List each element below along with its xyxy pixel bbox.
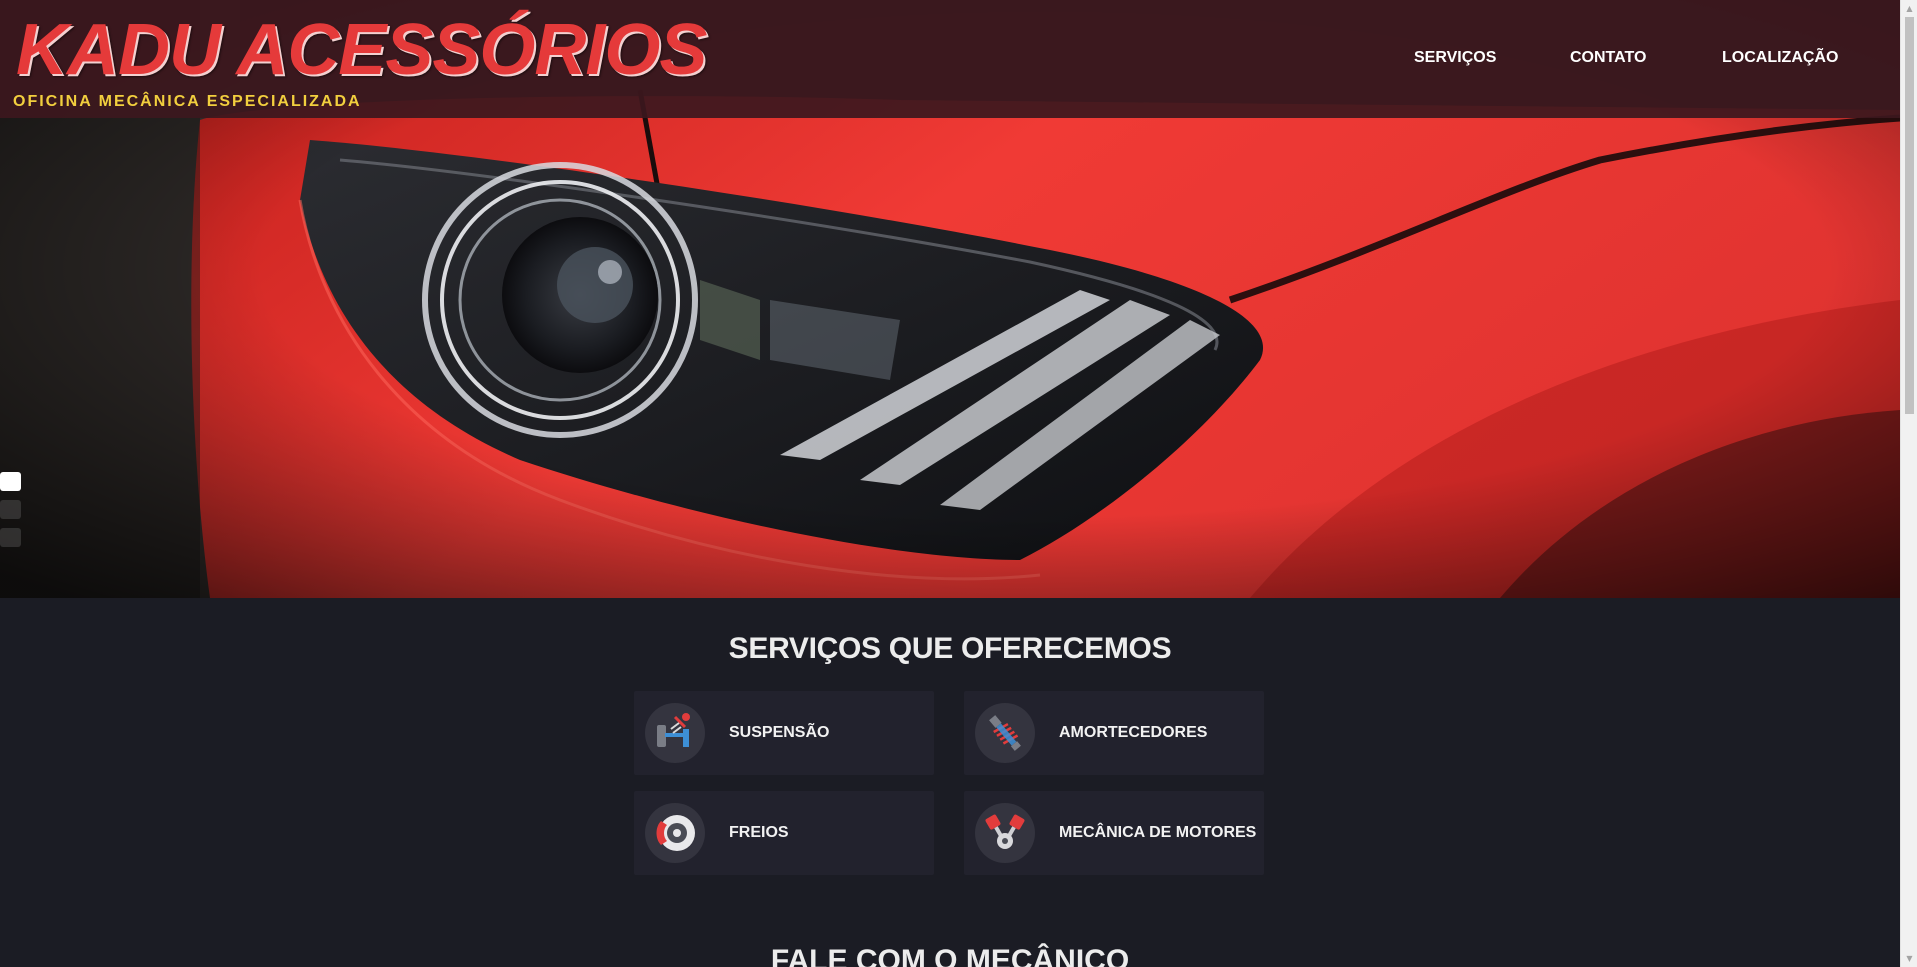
shock-absorber-icon <box>975 703 1035 763</box>
nav-link-contato[interactable]: CONTATO <box>1570 49 1646 67</box>
slider-dot-3[interactable] <box>0 528 21 547</box>
slider-dots <box>0 472 21 556</box>
slider-dot-1[interactable] <box>0 472 21 491</box>
service-card-amortecedores[interactable]: AMORTECEDORES <box>964 691 1264 775</box>
service-card-suspensao[interactable]: SUSPENSÃO <box>634 691 934 775</box>
scroll-down-arrow-icon[interactable]: ▼ <box>1901 950 1917 967</box>
service-label: SUSPENSÃO <box>729 724 830 741</box>
contact-heading: FALE COM O MECÂNICO <box>770 944 1130 967</box>
service-label: AMORTECEDORES <box>1059 724 1208 741</box>
scroll-up-arrow-icon[interactable]: ▲ <box>1901 0 1917 17</box>
suspension-icon <box>645 703 705 763</box>
main-nav: SERVIÇOS CONTATO LOCALIZAÇÃO <box>0 0 1900 118</box>
service-card-freios[interactable]: FREIOS <box>634 791 934 875</box>
services-heading: SERVIÇOS QUE OFERECEMOS <box>728 632 1172 665</box>
nav-link-localizacao[interactable]: LOCALIZAÇÃO <box>1722 49 1838 67</box>
page: KADU ACESSÓRIOS OFICINA MECÂNICA ESPECIA… <box>0 0 1900 967</box>
service-label: MECÂNICA DE MOTORES <box>1059 824 1257 841</box>
slider-dot-2[interactable] <box>0 500 21 519</box>
scrollbar-thumb[interactable] <box>1905 17 1914 414</box>
site-header: KADU ACESSÓRIOS OFICINA MECÂNICA ESPECIA… <box>0 0 1900 118</box>
service-card-mecanica-motores[interactable]: MECÂNICA DE MOTORES <box>964 791 1264 875</box>
engine-piston-icon <box>975 803 1035 863</box>
service-label: FREIOS <box>729 824 789 841</box>
brake-disc-icon <box>645 803 705 863</box>
nav-link-servicos[interactable]: SERVIÇOS <box>1414 49 1496 67</box>
page-scrollbar[interactable]: ▲ ▼ <box>1900 0 1917 967</box>
